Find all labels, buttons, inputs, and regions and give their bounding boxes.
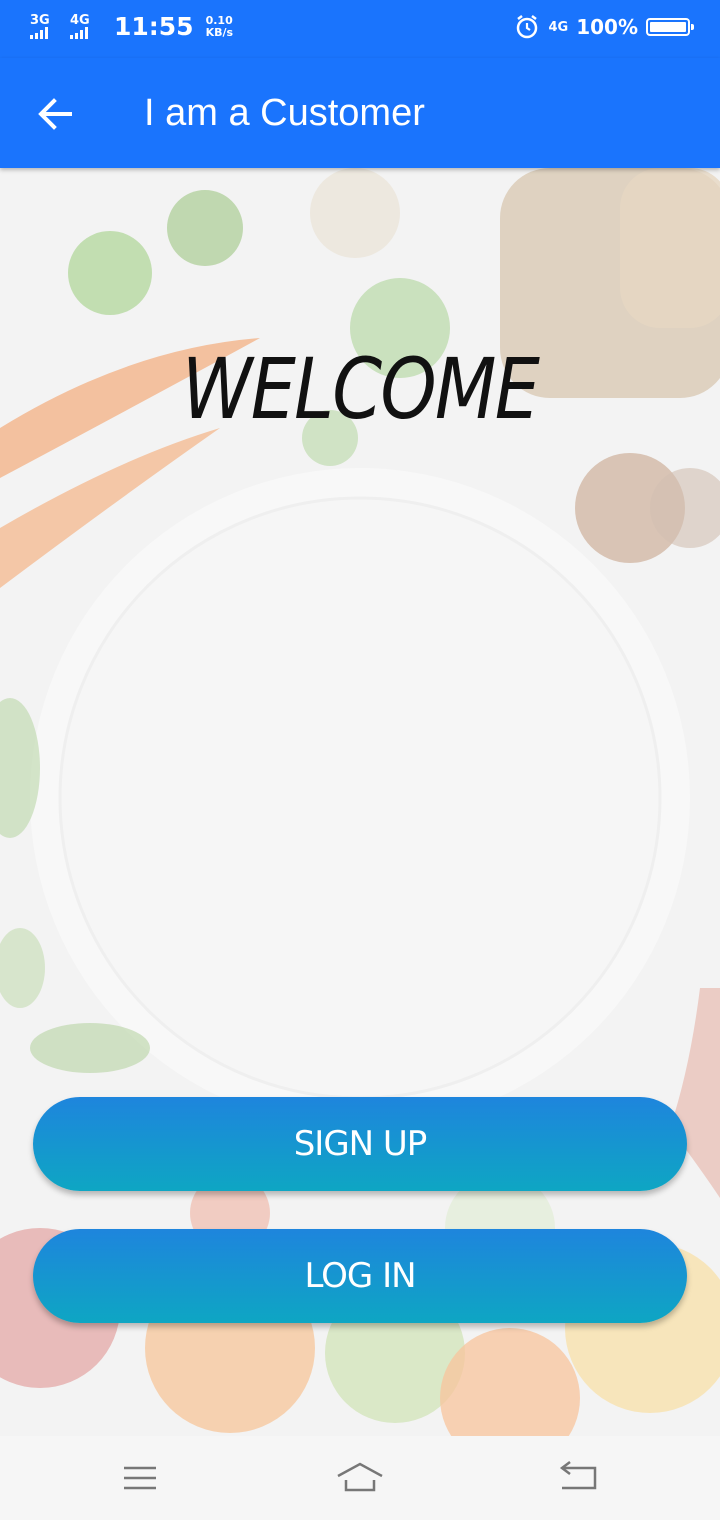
- lte-label: 4G: [548, 19, 569, 35]
- signal-icon: [70, 27, 88, 39]
- battery-percent: 100%: [576, 15, 638, 39]
- app-bar: I am a Customer: [0, 58, 720, 168]
- speed-value: 0.10: [205, 13, 233, 27]
- system-navigation-bar: [0, 1436, 720, 1520]
- signal-4g: 4G: [70, 14, 104, 39]
- page-title: I am a Customer: [144, 92, 425, 134]
- signal-3g: 3G: [30, 14, 64, 39]
- signal-icon: [30, 27, 48, 39]
- network-type-label: 3G: [30, 13, 50, 28]
- home-icon[interactable]: [330, 1454, 390, 1502]
- alarm-icon: [517, 15, 538, 39]
- arrow-left-icon[interactable]: [30, 88, 82, 140]
- clock: 11:55: [114, 12, 194, 41]
- network-speed: 0.10 KB/s: [205, 13, 234, 39]
- sign-up-button[interactable]: SIGN UP: [33, 1097, 687, 1191]
- status-bar: 3G 4G 11:55 0.10 KB/s 4G 100%: [0, 0, 720, 58]
- battery-icon: [646, 18, 694, 36]
- back-icon[interactable]: [548, 1454, 608, 1502]
- welcome-heading: WELCOME: [181, 340, 540, 438]
- speed-unit: KB/s: [205, 25, 234, 39]
- menu-icon[interactable]: [110, 1454, 170, 1502]
- log-in-button[interactable]: LOG IN: [33, 1229, 687, 1323]
- network-type-label: 4G: [70, 13, 90, 28]
- battery-fill: [650, 22, 686, 32]
